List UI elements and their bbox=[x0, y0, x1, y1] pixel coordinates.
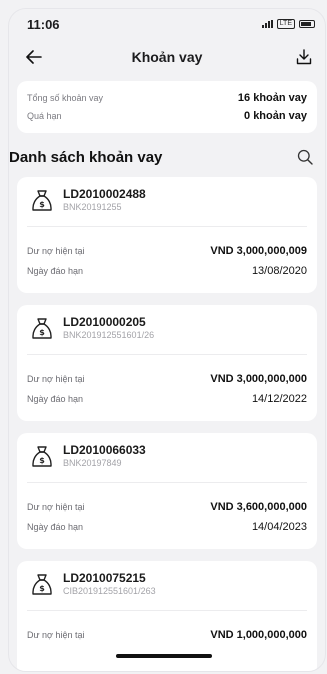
balance-value: VND 3,000,000,000 bbox=[210, 373, 307, 385]
balance-label: Dư nợ hiện tại bbox=[27, 502, 85, 512]
search-icon bbox=[297, 149, 313, 165]
network-label: LTE bbox=[276, 19, 295, 29]
balance-value: VND 3,600,000,000 bbox=[210, 501, 307, 513]
due-date-label: Ngày đáo hạn bbox=[27, 266, 84, 276]
loan-ref: CIB201912551601/263 bbox=[63, 586, 156, 596]
nav-bar: Khoản vay bbox=[9, 39, 325, 75]
battery-icon bbox=[299, 20, 315, 28]
due-date-row: Ngày đáo hạn 14/04/2023 bbox=[27, 517, 307, 537]
loan-summary-card: Tổng số khoản vay 16 khoản vay Quá hạn 0… bbox=[17, 81, 317, 133]
loan-list-title: Danh sách khoản vay bbox=[9, 148, 163, 166]
money-bag-icon: $ bbox=[32, 446, 52, 467]
back-button[interactable] bbox=[23, 46, 45, 68]
loan-id: LD2010000205 bbox=[63, 315, 146, 329]
search-button[interactable] bbox=[295, 147, 315, 167]
balance-label: Dư nợ hiện tại bbox=[27, 374, 85, 384]
status-time: 11:06 bbox=[27, 16, 60, 32]
due-date-value: 14/12/2022 bbox=[251, 393, 307, 405]
loan-ref: BNK20191255 bbox=[63, 202, 122, 212]
svg-text:$: $ bbox=[39, 584, 45, 593]
balance-row: Dư nợ hiện tại VND 3,000,000,009 bbox=[27, 241, 307, 261]
loan-ref: BNK20197849 bbox=[63, 458, 122, 468]
balance-row: Dư nợ hiện tại VND 3,000,000,000 bbox=[27, 369, 307, 389]
download-button[interactable] bbox=[293, 46, 315, 68]
signal-icon bbox=[261, 20, 273, 28]
loan-card-header: $ LD2010000205 BNK201912551601/26 bbox=[27, 315, 307, 355]
summary-total-value: 16 khoản vay bbox=[237, 92, 307, 104]
loan-card[interactable]: $ LD2010066033 BNK20197849 Dư nợ hiện tạ… bbox=[17, 433, 317, 549]
balance-label: Dư nợ hiện tại bbox=[27, 630, 85, 640]
status-bar: 11:06 LTE bbox=[9, 9, 325, 39]
loan-card[interactable]: $ LD2010002488 BNK20191255 Dư nợ hiện tạ… bbox=[17, 177, 317, 293]
svg-text:$: $ bbox=[39, 456, 45, 465]
balance-label: Dư nợ hiện tại bbox=[27, 246, 85, 256]
balance-value: VND 3,000,000,009 bbox=[210, 245, 307, 257]
loan-id: LD2010002488 bbox=[63, 187, 146, 201]
loan-card[interactable]: $ LD2010000205 BNK201912551601/26 Dư nợ … bbox=[17, 305, 317, 421]
summary-overdue-label: Quá hạn bbox=[27, 111, 62, 121]
status-indicators: LTE bbox=[261, 19, 315, 29]
page-title: Khoản vay bbox=[131, 49, 203, 65]
loan-card-header: $ LD2010002488 BNK20191255 bbox=[27, 187, 307, 227]
due-date-label: Ngày đáo hạn bbox=[27, 394, 84, 404]
svg-text:$: $ bbox=[39, 328, 45, 337]
due-date-value: 14/04/2023 bbox=[251, 521, 307, 533]
money-bag-icon: $ bbox=[32, 318, 52, 339]
loan-card-header: $ LD2010066033 BNK20197849 bbox=[27, 443, 307, 483]
summary-overdue-value: 0 khoản vay bbox=[244, 110, 307, 122]
home-indicator[interactable] bbox=[116, 654, 212, 658]
balance-value: VND 1,000,000,000 bbox=[210, 629, 307, 641]
due-date-label: Ngày đáo hạn bbox=[27, 522, 84, 532]
loan-id: LD2010075215 bbox=[63, 571, 146, 585]
balance-row: Dư nợ hiện tại VND 3,600,000,000 bbox=[27, 497, 307, 517]
svg-text:$: $ bbox=[39, 200, 45, 209]
summary-total-row: Tổng số khoản vay 16 khoản vay bbox=[27, 89, 307, 107]
arrow-left-icon bbox=[26, 50, 42, 64]
balance-row: Dư nợ hiện tại VND 1,000,000,000 bbox=[27, 625, 307, 645]
loan-id: LD2010066033 bbox=[63, 443, 146, 457]
loan-card-header: $ LD2010075215 CIB201912551601/263 bbox=[27, 571, 307, 611]
phone-screen: 11:06 LTE Khoản vay Tổng số khoản vay 16… bbox=[8, 8, 326, 672]
due-date-value: 13/08/2020 bbox=[251, 265, 307, 277]
loan-list-header: Danh sách khoản vay bbox=[9, 137, 325, 177]
summary-total-label: Tổng số khoản vay bbox=[27, 93, 104, 103]
summary-overdue-row: Quá hạn 0 khoản vay bbox=[27, 107, 307, 125]
money-bag-icon: $ bbox=[32, 190, 52, 211]
due-date-row: Ngày đáo hạn 13/08/2020 bbox=[27, 261, 307, 281]
download-icon bbox=[296, 49, 312, 65]
due-date-row: Ngày đáo hạn 14/12/2022 bbox=[27, 389, 307, 409]
money-bag-icon: $ bbox=[32, 574, 52, 595]
loan-ref: BNK201912551601/26 bbox=[63, 330, 155, 340]
